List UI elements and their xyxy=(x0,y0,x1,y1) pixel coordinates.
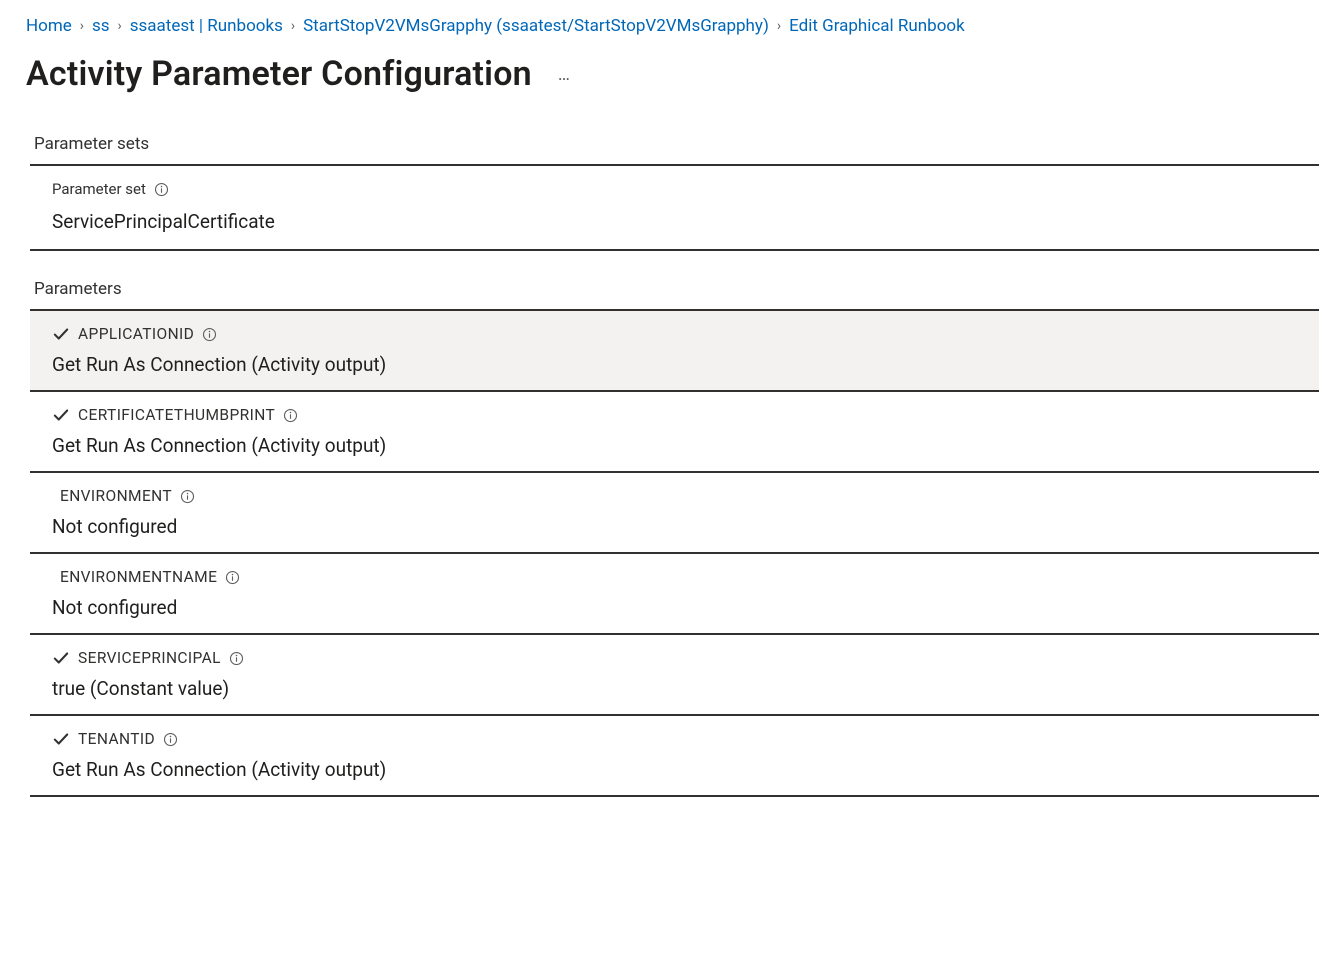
divider xyxy=(30,249,1319,251)
chevron-right-icon: › xyxy=(291,18,295,34)
parameter-name-row: APPLICATIONID xyxy=(52,325,1319,343)
info-icon[interactable] xyxy=(163,732,178,747)
parameter-value: Not configured xyxy=(52,596,1319,619)
parameter-row[interactable]: APPLICATIONID Get Run As Connection (Acti… xyxy=(30,311,1319,392)
parameter-name: ENVIRONMENTNAME xyxy=(60,568,217,586)
breadcrumb-link-edit-graphical[interactable]: Edit Graphical Runbook xyxy=(789,16,965,36)
parameter-name: TENANTID xyxy=(78,730,155,748)
breadcrumb: Home › ss › ssaatest | Runbooks › StartS… xyxy=(0,12,1327,54)
parameter-row[interactable]: SERVICEPRINCIPAL true (Constant value) xyxy=(30,635,1319,716)
parameter-name-row: ENVIRONMENTNAME xyxy=(52,568,1319,586)
parameter-set-value: ServicePrincipalCertificate xyxy=(52,210,1319,249)
breadcrumb-link-home[interactable]: Home xyxy=(26,16,72,36)
parameter-name-row: SERVICEPRINCIPAL xyxy=(52,649,1319,667)
check-icon xyxy=(52,325,70,343)
chevron-right-icon: › xyxy=(118,18,122,34)
info-icon[interactable] xyxy=(225,570,240,585)
chevron-right-icon: › xyxy=(80,18,84,34)
parameter-name: ENVIRONMENT xyxy=(60,487,172,505)
parameter-sets-heading: Parameter sets xyxy=(30,134,1319,166)
page-root: Home › ss › ssaatest | Runbooks › StartS… xyxy=(0,0,1327,837)
parameter-set-block[interactable]: Parameter set ServicePrincipalCertificat… xyxy=(30,166,1319,249)
info-icon[interactable] xyxy=(202,327,217,342)
content: Parameter sets Parameter set ServicePrin… xyxy=(0,134,1327,797)
page-title: Activity Parameter Configuration xyxy=(26,54,532,94)
parameter-value: Get Run As Connection (Activity output) xyxy=(52,758,1319,781)
parameter-name: SERVICEPRINCIPAL xyxy=(78,649,221,667)
parameter-set-label: Parameter set xyxy=(52,180,146,198)
parameters-section: Parameters APPLICATIONID Get Run As Conne… xyxy=(26,279,1323,797)
parameter-value: Get Run As Connection (Activity output) xyxy=(52,434,1319,457)
info-icon[interactable] xyxy=(229,651,244,666)
parameter-value: Get Run As Connection (Activity output) xyxy=(52,353,1319,376)
check-icon xyxy=(52,406,70,424)
parameter-row[interactable]: TENANTID Get Run As Connection (Activity … xyxy=(30,716,1319,797)
title-row: Activity Parameter Configuration … xyxy=(0,54,1327,134)
parameters-heading: Parameters xyxy=(30,279,1319,311)
parameter-row[interactable]: ENVIRONMENTNAME Not configured xyxy=(30,554,1319,635)
parameter-name: CERTIFICATETHUMBPRINT xyxy=(78,406,275,424)
parameter-row[interactable]: CERTIFICATETHUMBPRINT Get Run As Connecti… xyxy=(30,392,1319,473)
parameter-row[interactable]: ENVIRONMENT Not configured xyxy=(30,473,1319,554)
check-icon xyxy=(52,649,70,667)
more-actions-button[interactable]: … xyxy=(552,60,578,89)
breadcrumb-link-runbooks[interactable]: ssaatest | Runbooks xyxy=(130,16,283,36)
chevron-right-icon: › xyxy=(777,18,781,34)
info-icon[interactable] xyxy=(283,408,298,423)
breadcrumb-link-runbook-item[interactable]: StartStopV2VMsGrapphy (ssaatest/StartSto… xyxy=(303,16,769,36)
check-icon xyxy=(52,730,70,748)
parameter-set-label-row: Parameter set xyxy=(52,180,1319,198)
info-icon[interactable] xyxy=(180,489,195,504)
parameter-name-row: ENVIRONMENT xyxy=(52,487,1319,505)
parameter-name-row: TENANTID xyxy=(52,730,1319,748)
parameter-name-row: CERTIFICATETHUMBPRINT xyxy=(52,406,1319,424)
info-icon[interactable] xyxy=(154,182,169,197)
breadcrumb-link-ss[interactable]: ss xyxy=(92,16,110,36)
parameter-value: Not configured xyxy=(52,515,1319,538)
parameter-list: APPLICATIONID Get Run As Connection (Acti… xyxy=(30,311,1319,797)
parameter-value: true (Constant value) xyxy=(52,677,1319,700)
parameter-name: APPLICATIONID xyxy=(78,325,194,343)
